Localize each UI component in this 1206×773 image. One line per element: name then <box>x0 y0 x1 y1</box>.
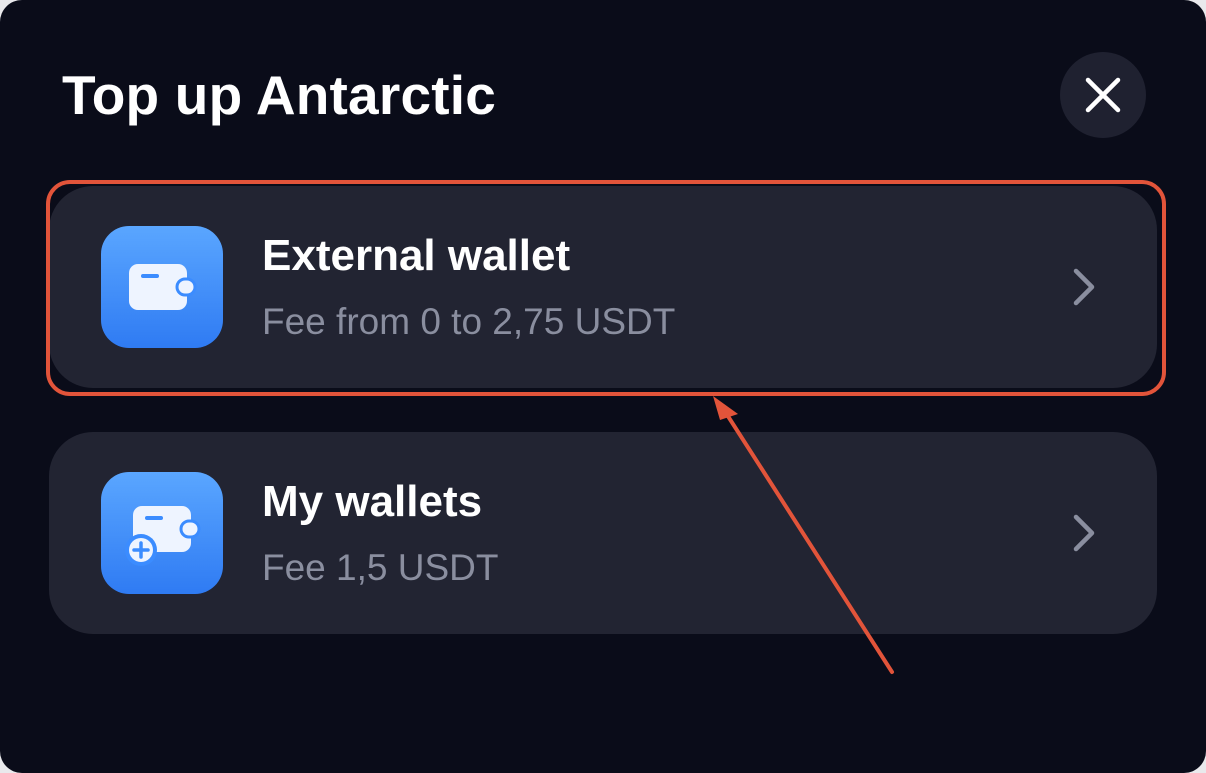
wallet-add-icon <box>101 472 223 594</box>
wallet-icon <box>101 226 223 348</box>
option-title: External wallet <box>262 231 571 280</box>
option-fee: Fee 1,5 USDT <box>262 547 499 588</box>
close-icon <box>1085 77 1121 113</box>
option-external-wallet[interactable]: External wallet Fee from 0 to 2,75 USDT <box>49 186 1157 388</box>
chevron-right-icon <box>1073 268 1095 306</box>
chevron-right-icon <box>1073 514 1095 552</box>
sheet-title: Top up Antarctic <box>62 64 497 126</box>
option-fee: Fee from 0 to 2,75 USDT <box>262 301 676 342</box>
option-my-wallets[interactable]: My wallets Fee 1,5 USDT <box>49 432 1157 634</box>
option-title: My wallets <box>262 477 483 526</box>
top-up-sheet: Top up Antarctic External wallet Fee fro… <box>0 0 1206 773</box>
close-button[interactable] <box>1060 52 1146 138</box>
